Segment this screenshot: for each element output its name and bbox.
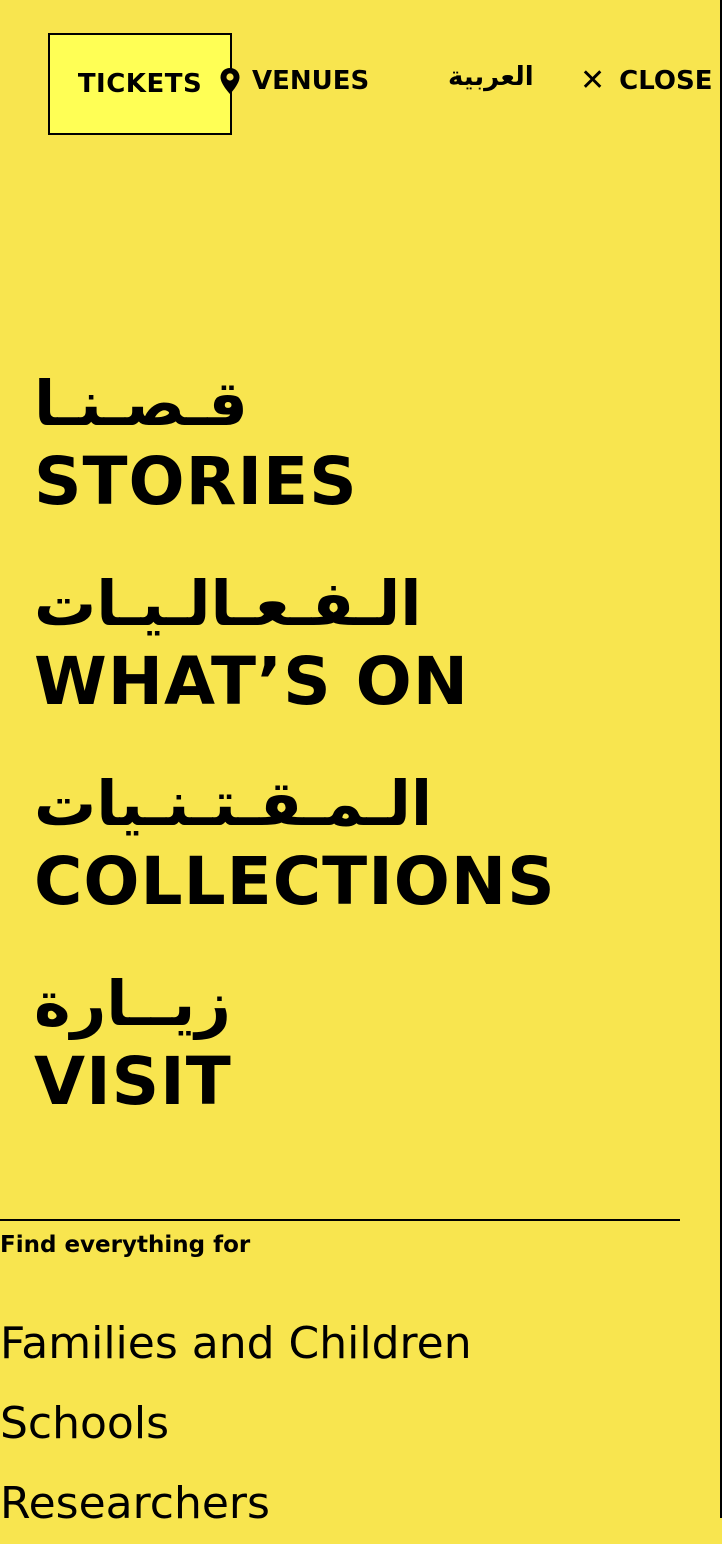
main-menu: قـصـنـا STORIES الـفـعـالـيـات WHAT’S ON…: [34, 366, 556, 1166]
language-arabic-link[interactable]: العربية: [448, 62, 534, 92]
audience-link-schools[interactable]: Schools: [0, 1384, 472, 1464]
nav-item-visit[interactable]: زيــارة VISIT: [34, 966, 556, 1122]
nav-item-arabic-label: الـمـقـتـنـيات: [34, 767, 433, 840]
close-label: CLOSE: [619, 66, 713, 96]
nav-item-english-label: STORIES: [34, 443, 358, 520]
nav-item-arabic-label: الـفـعـالـيـات: [34, 567, 422, 640]
section-divider: [0, 1219, 680, 1221]
venues-link[interactable]: VENUES: [218, 66, 369, 96]
tickets-button[interactable]: TICKETS: [48, 33, 232, 135]
nav-item-stories[interactable]: قـصـنـا STORIES: [34, 366, 556, 522]
nav-item-arabic-label: زيــارة: [34, 967, 231, 1040]
nav-item-arabic-label: قـصـنـا: [34, 367, 248, 440]
close-button[interactable]: ✕ CLOSE: [580, 63, 713, 98]
nav-item-english-label: COLLECTIONS: [34, 843, 556, 920]
header-bar: TICKETS: [48, 33, 232, 135]
arabic-label: العربية: [448, 62, 534, 92]
nav-item-whats-on[interactable]: الـفـعـالـيـات WHAT’S ON: [34, 566, 556, 722]
venues-label: VENUES: [252, 66, 370, 96]
audience-heading: Find everything for: [0, 1232, 251, 1258]
nav-item-english-label: VISIT: [34, 1043, 232, 1120]
audience-list: Families and Children Schools Researcher…: [0, 1304, 472, 1544]
close-icon: ✕: [580, 63, 606, 98]
audience-link-families[interactable]: Families and Children: [0, 1304, 472, 1384]
tickets-label: TICKETS: [77, 69, 203, 99]
audience-link-researchers[interactable]: Researchers: [0, 1464, 472, 1544]
nav-item-english-label: WHAT’S ON: [34, 643, 469, 720]
nav-item-collections[interactable]: الـمـقـتـنـيات COLLECTIONS: [34, 766, 556, 922]
map-pin-icon: [220, 68, 240, 94]
